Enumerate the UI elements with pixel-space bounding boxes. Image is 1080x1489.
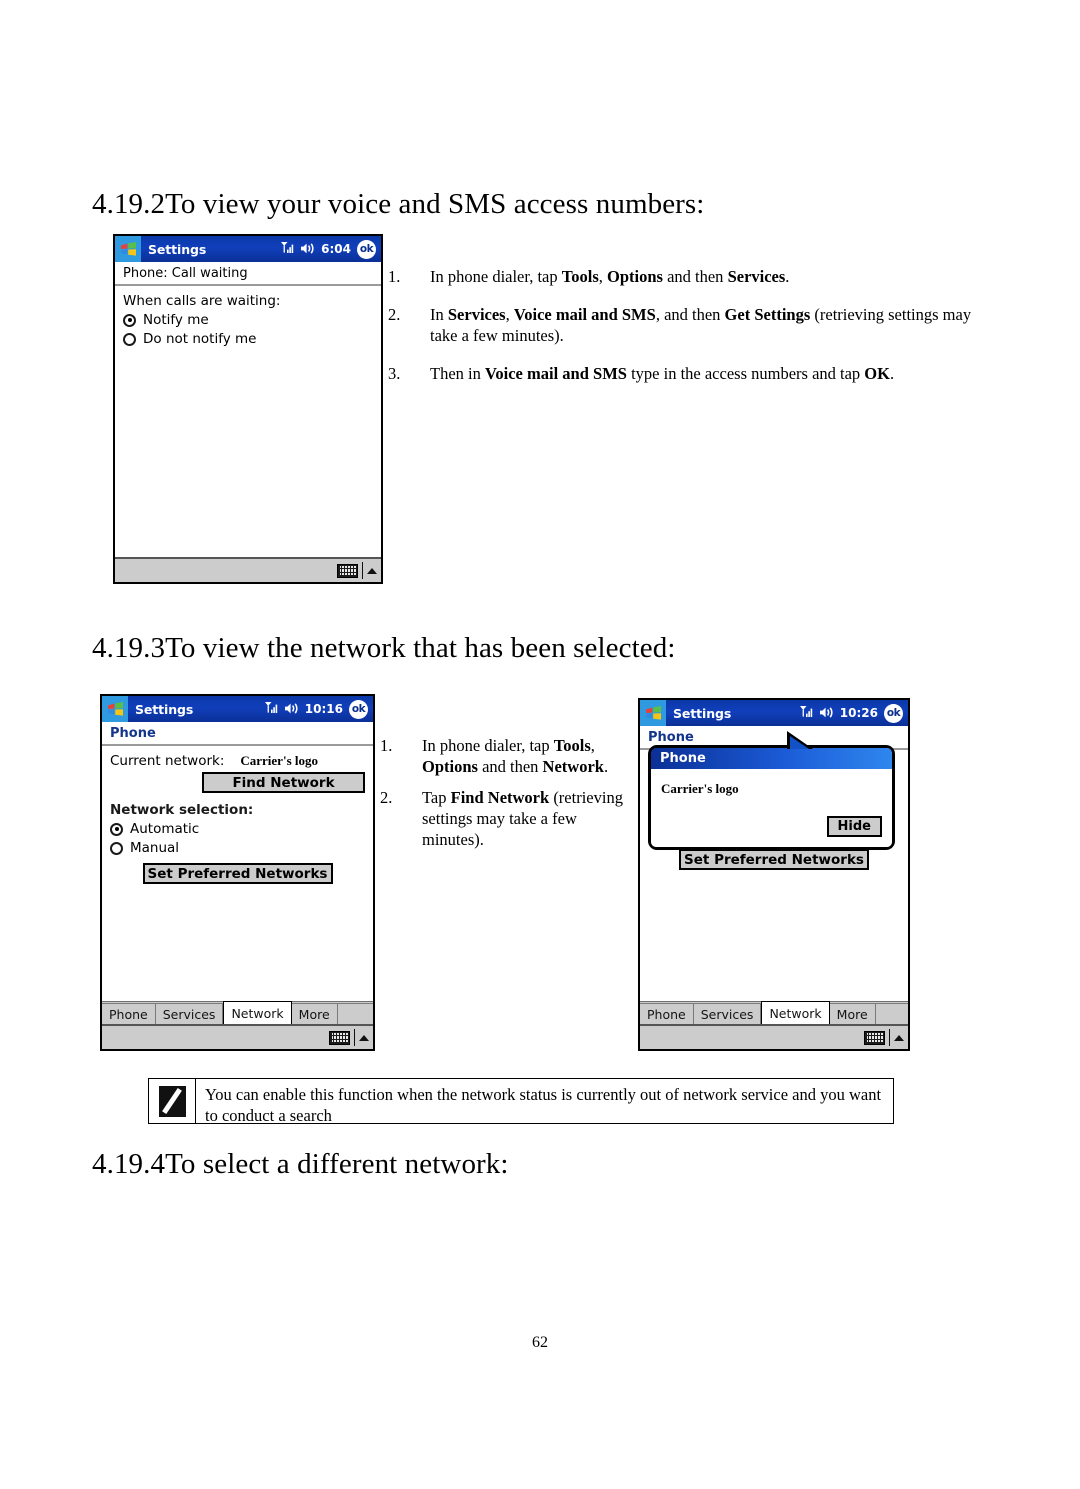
- divider: [889, 1029, 890, 1046]
- titlebar: Settings 10:26 ok: [640, 700, 908, 726]
- group-label: When calls are waiting:: [123, 293, 281, 309]
- titlebar: Settings 6:04 ok: [115, 236, 381, 262]
- current-network-value: Carrier's logo: [240, 753, 318, 768]
- titlebar-clock: 10:16: [304, 702, 343, 716]
- radio-indicator[interactable]: [110, 822, 123, 836]
- hide-button[interactable]: Hide: [826, 816, 882, 837]
- windows-flag-icon: [102, 696, 128, 722]
- tab-bar: Phone Services Network More: [640, 1001, 908, 1024]
- step-number: 2.: [380, 788, 393, 808]
- heading-4-19-2: 4.19.2To view your voice and SMS access …: [92, 188, 705, 220]
- sip-bar: [115, 557, 381, 582]
- radio-option-do-not-notify-me[interactable]: Do not notify me: [123, 331, 373, 347]
- heading-4-19-4: 4.19.4To select a different network:: [92, 1148, 509, 1180]
- titlebar-app-name: Settings: [148, 241, 207, 257]
- page-number: 62: [532, 1334, 548, 1351]
- note-icon-cell: [149, 1079, 196, 1123]
- note-box: You can enable this function when the ne…: [148, 1078, 894, 1126]
- pda-screenshot-call-waiting: Settings 6:04 ok Phone: Call waiting Whe…: [113, 234, 383, 584]
- step-text: Then in Voice mail and SMS type in the a…: [430, 364, 895, 384]
- step-number: 2.: [388, 305, 401, 325]
- tab-services[interactable]: Services: [693, 1003, 762, 1024]
- divider: [362, 562, 363, 579]
- keyboard-icon[interactable]: [329, 1030, 350, 1045]
- subheader-title: Phone: Call waiting: [115, 262, 381, 286]
- steps-list-4-19-2: 1. In phone dialer, tap Tools, Options an…: [388, 266, 978, 401]
- current-network-label: Current network:: [110, 753, 225, 769]
- step-number: 3.: [388, 364, 401, 384]
- divider: [354, 1029, 355, 1046]
- keyboard-icon[interactable]: [337, 563, 358, 578]
- caret-up-icon[interactable]: [894, 1034, 904, 1041]
- radio-label: Do not notify me: [143, 331, 257, 347]
- radio-label: Automatic: [130, 821, 200, 837]
- step-text: Tap Find Network (retrieving settings ma…: [422, 788, 623, 850]
- step-number: 1.: [388, 267, 401, 286]
- titlebar-clock: 6:04: [321, 242, 351, 256]
- pda-screenshot-network-left: Settings 10:16 ok Phone Current network:…: [100, 694, 375, 1051]
- step-item: 2. In Services, Voice mail and SMS, and t…: [388, 304, 978, 346]
- popup-tail-inner: [790, 736, 809, 749]
- tab-network[interactable]: Network: [223, 1001, 292, 1024]
- heading-4-19-3: 4.19.3To view the network that has been …: [92, 632, 676, 664]
- speaker-icon[interactable]: [300, 240, 315, 259]
- pencil-note-icon: [158, 1085, 186, 1117]
- ok-button[interactable]: ok: [349, 699, 368, 719]
- speaker-icon[interactable]: [819, 704, 834, 723]
- step-number: 1.: [380, 736, 393, 755]
- radio-option-notify-me[interactable]: Notify me: [123, 312, 373, 328]
- windows-flag-icon: [640, 700, 666, 726]
- radio-label: Notify me: [143, 312, 209, 328]
- speaker-icon[interactable]: [284, 700, 299, 719]
- note-text: You can enable this function when the ne…: [205, 1085, 882, 1126]
- windows-flag-icon: [115, 236, 141, 262]
- set-preferred-networks-button[interactable]: Set Preferred Networks: [142, 863, 333, 884]
- caret-up-icon[interactable]: [367, 567, 377, 574]
- sip-bar: [102, 1024, 373, 1049]
- tab-phone[interactable]: Phone: [640, 1003, 694, 1024]
- signal-bars-icon[interactable]: [280, 240, 294, 259]
- radio-indicator[interactable]: [110, 841, 123, 855]
- step-item: 1. In phone dialer, tap Tools, Options an…: [388, 266, 978, 287]
- popup-dialog-phone: Phone Carrier's logo Hide: [648, 731, 895, 850]
- titlebar: Settings 10:16 ok: [102, 696, 373, 722]
- step-text: In phone dialer, tap Tools, Options and …: [422, 736, 609, 777]
- pda-screenshot-network-right: Settings 10:26 ok Phone Set Preferred Ne…: [638, 698, 910, 1051]
- titlebar-app-name: Settings: [673, 705, 732, 721]
- set-preferred-networks-button[interactable]: Set Preferred Networks: [679, 849, 869, 870]
- network-selection-label: Network selection:: [110, 802, 254, 818]
- step-text: In phone dialer, tap Tools, Options and …: [430, 267, 790, 286]
- popup-title: Phone: [651, 748, 892, 769]
- step-item: 2. Tap Find Network (retrieving settings …: [380, 787, 638, 850]
- tab-more[interactable]: More: [829, 1003, 876, 1024]
- popup-text: Carrier's logo: [661, 781, 739, 796]
- tab-network[interactable]: Network: [761, 1001, 830, 1024]
- tab-bar: Phone Services Network More: [102, 1001, 373, 1024]
- tab-services[interactable]: Services: [155, 1003, 224, 1024]
- step-item: 3. Then in Voice mail and SMS type in the…: [388, 363, 978, 384]
- find-network-button[interactable]: Find Network: [202, 772, 365, 793]
- step-text: In Services, Voice mail and SMS, and the…: [430, 305, 972, 346]
- radio-option-manual[interactable]: Manual: [110, 840, 365, 856]
- radio-indicator[interactable]: [123, 313, 136, 327]
- signal-bars-icon[interactable]: [799, 704, 813, 723]
- titlebar-app-name: Settings: [135, 701, 194, 717]
- caret-up-icon[interactable]: [359, 1034, 369, 1041]
- step-item: 1. In phone dialer, tap Tools, Options an…: [380, 735, 638, 777]
- keyboard-icon[interactable]: [864, 1030, 885, 1045]
- titlebar-clock: 10:26: [839, 706, 878, 720]
- tab-more[interactable]: More: [291, 1003, 338, 1024]
- radio-indicator[interactable]: [123, 332, 136, 346]
- subheader-title: Phone: [102, 722, 373, 746]
- sip-bar: [640, 1024, 908, 1049]
- signal-bars-icon[interactable]: [264, 700, 278, 719]
- radio-option-automatic[interactable]: Automatic: [110, 821, 365, 837]
- tab-bar-filler: [337, 1003, 373, 1024]
- steps-list-4-19-3: 1. In phone dialer, tap Tools, Options an…: [380, 735, 638, 861]
- ok-button[interactable]: ok: [884, 703, 903, 723]
- tab-phone[interactable]: Phone: [102, 1003, 156, 1024]
- tab-bar-filler: [875, 1003, 908, 1024]
- radio-label: Manual: [130, 840, 180, 856]
- ok-button[interactable]: ok: [357, 239, 376, 259]
